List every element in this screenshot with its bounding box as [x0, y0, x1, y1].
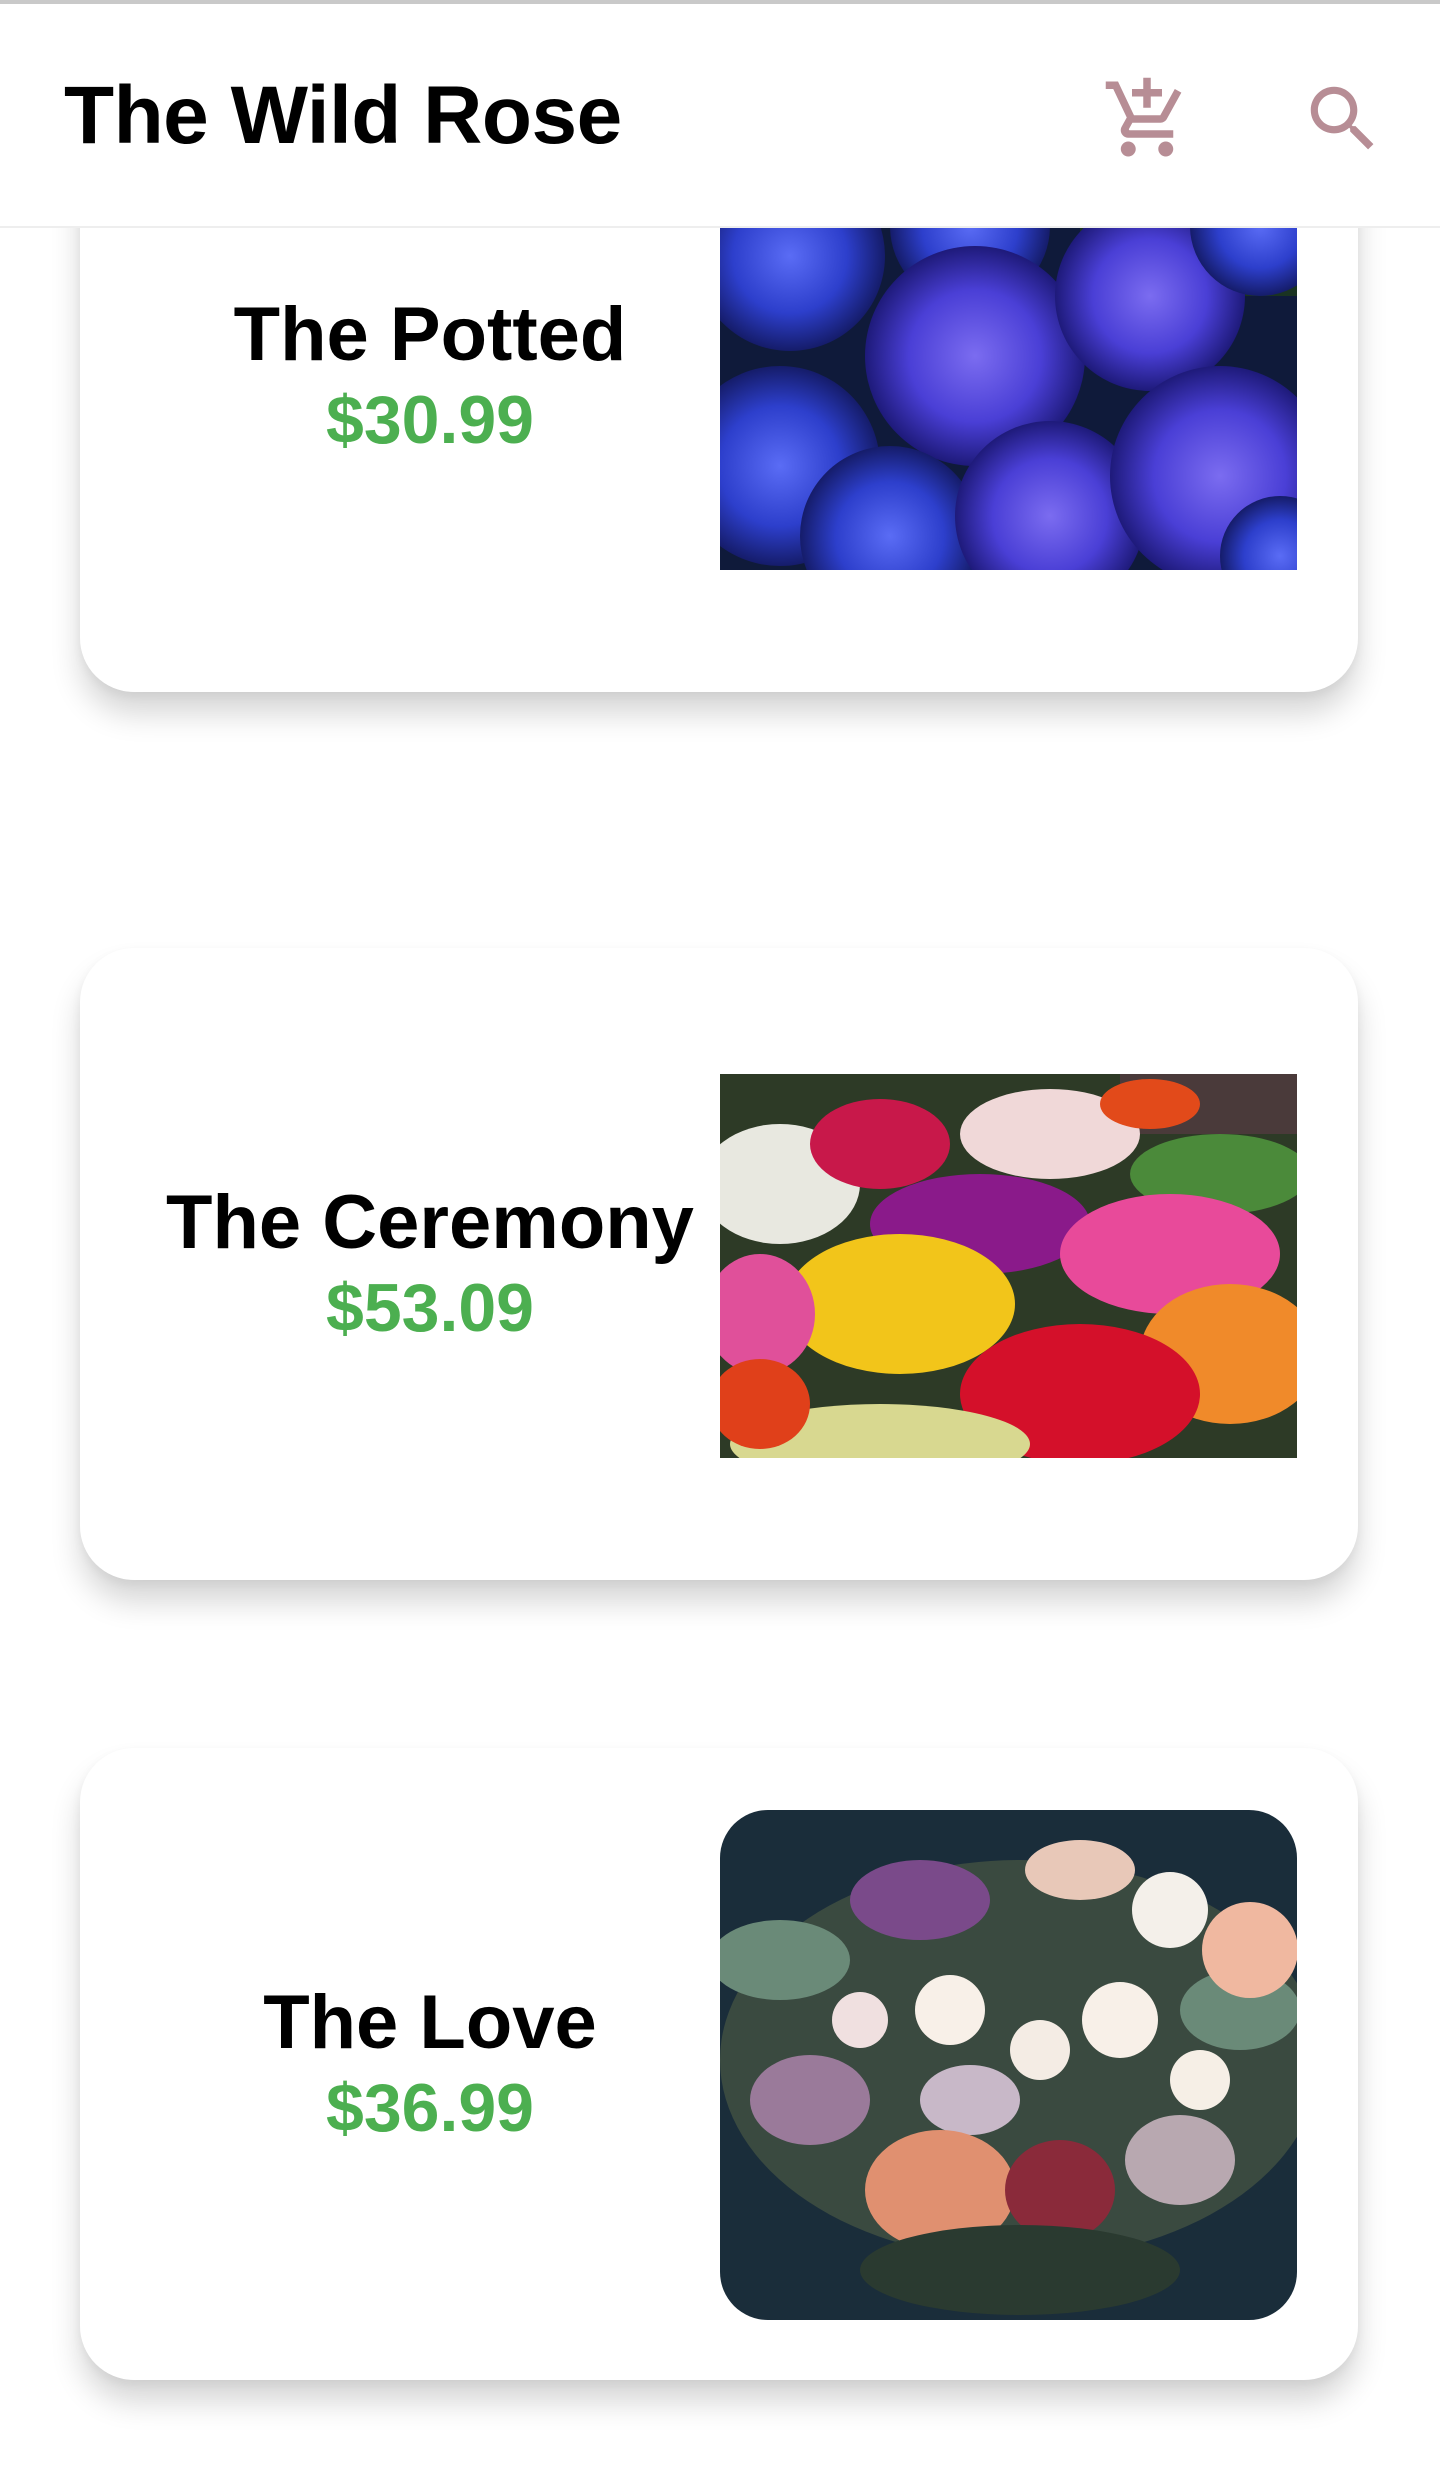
product-price: $53.09 [326, 1270, 534, 1346]
tulip-market-photo [720, 1074, 1297, 1458]
product-name: The Love [263, 1980, 597, 2065]
add-to-cart-button[interactable] [1092, 64, 1202, 174]
product-card[interactable]: The Love $36.99 [80, 1748, 1358, 2380]
product-info: The Ceremony $53.09 [80, 948, 780, 1580]
product-price: $30.99 [326, 382, 534, 458]
product-card[interactable]: The Ceremony $53.09 [80, 948, 1358, 1580]
product-info: The Potted $30.99 [80, 228, 780, 692]
product-image [720, 1810, 1297, 2320]
product-card[interactable]: The Potted $30.99 [80, 228, 1358, 692]
app-bar: The Wild Rose [0, 4, 1440, 228]
product-list: The Potted $30.99 The Ceremony $53.09 Th… [0, 228, 1440, 2467]
blue-hydrangea-photo [720, 228, 1297, 570]
product-price: $36.99 [326, 2070, 534, 2146]
rose-bouquet-photo [720, 1810, 1297, 2320]
product-name: The Potted [233, 292, 627, 377]
add-shopping-cart-icon [1105, 77, 1182, 157]
search-button[interactable] [1288, 64, 1398, 174]
product-image [720, 1074, 1297, 1458]
product-image [720, 228, 1297, 570]
app-title: The Wild Rose [64, 70, 622, 161]
product-info: The Love $36.99 [80, 1748, 780, 2380]
search-icon [1310, 86, 1374, 150]
product-name: The Ceremony [166, 1180, 694, 1265]
